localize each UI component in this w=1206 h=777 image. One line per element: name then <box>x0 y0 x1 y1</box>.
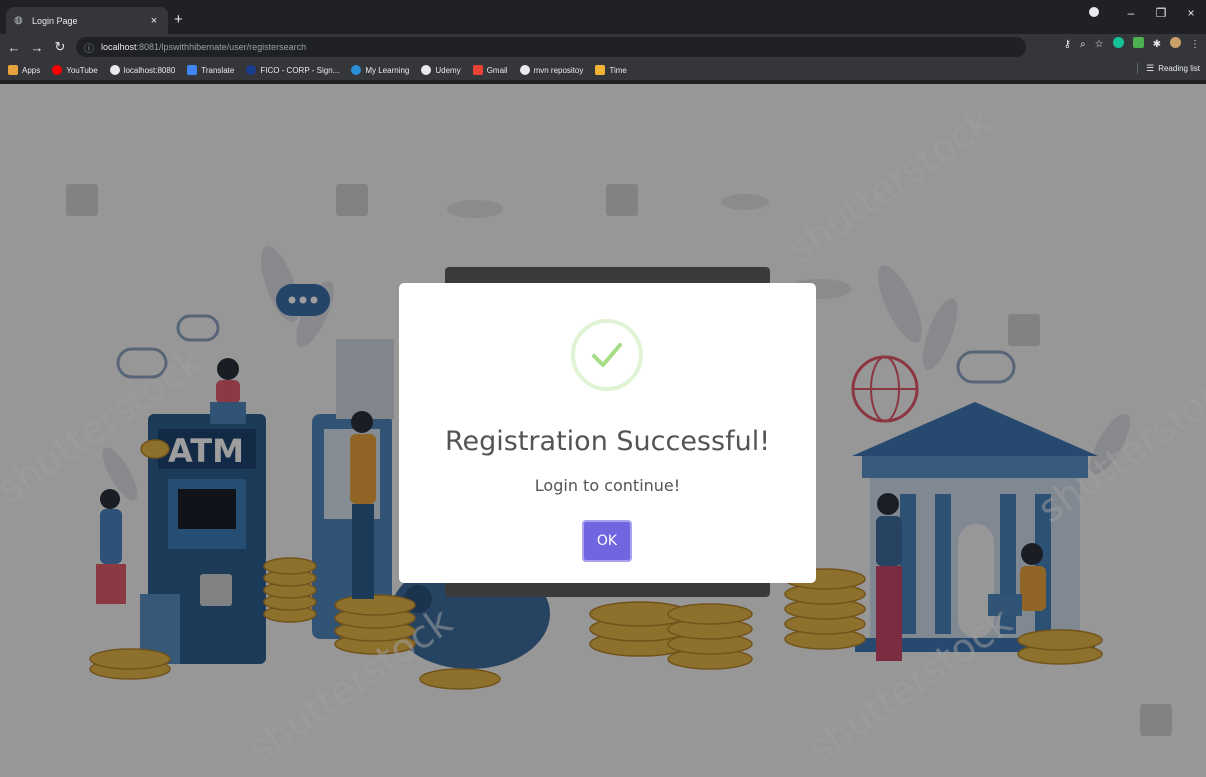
new-tab-button[interactable]: + <box>174 12 183 28</box>
globe-icon: ◍ <box>14 15 23 26</box>
menu-icon[interactable]: ⋮ <box>1190 39 1200 50</box>
bookmark-fico[interactable]: FICO - CORP - Sign... <box>246 65 339 75</box>
udemy-icon <box>421 65 432 75</box>
bookmark-gmail[interactable]: Gmail <box>472 65 508 75</box>
profile-icon[interactable] <box>1086 6 1116 20</box>
apps-icon <box>8 65 18 75</box>
tab-strip: ◍ Login Page × + – ❐ × <box>0 0 1206 34</box>
grammarly-extension-icon[interactable] <box>1112 37 1124 51</box>
puzzle-icon[interactable]: ✱ <box>1153 39 1161 50</box>
dialog-message: Login to continue! <box>534 476 681 495</box>
tab-login-page[interactable]: ◍ Login Page × <box>6 7 168 34</box>
page-viewport: ATM shutterstock shutterstock shuttersto… <box>0 84 1206 777</box>
tab-close-button[interactable]: × <box>148 15 160 27</box>
browser-chrome: ◍ Login Page × + – ❐ × ← → ↻ ⓘ localhost… <box>0 0 1206 84</box>
url-path: :8081/lpswithhibernate/user/registersear… <box>136 42 307 52</box>
cloud-icon <box>351 65 362 75</box>
minimize-button[interactable]: – <box>1116 6 1146 20</box>
site-info-icon[interactable]: ⓘ <box>84 40 94 55</box>
bookmark-time[interactable]: Time <box>595 65 627 75</box>
bookmark-mvn-repository[interactable]: mvn repositoy <box>519 65 583 75</box>
key-icon[interactable]: ⚷ <box>1064 39 1071 50</box>
chart-icon <box>595 65 606 75</box>
dialog-title: Registration Successful! <box>444 426 771 457</box>
toolbar-actions: ⚷ ⌕ ☆ ✱ ⋮ <box>1064 37 1200 51</box>
bookmark-localhost[interactable]: localhost:8080 <box>109 65 175 75</box>
bookmark-translate[interactable]: Translate <box>187 65 234 75</box>
reading-list-button[interactable]: ☰ Reading list <box>1137 63 1200 74</box>
url-host: localhost <box>101 42 137 52</box>
google-icon <box>519 65 530 75</box>
zoom-icon[interactable]: ⌕ <box>1080 39 1086 50</box>
globe-icon <box>109 65 120 75</box>
avatar[interactable] <box>1170 37 1181 51</box>
restore-button[interactable]: ❐ <box>1146 6 1176 20</box>
translate-icon <box>187 65 198 75</box>
tab-title: Login Page <box>32 15 78 26</box>
success-dialog: Registration Successful! Login to contin… <box>399 283 816 583</box>
bookmark-apps[interactable]: Apps <box>8 65 40 75</box>
bookmark-youtube[interactable]: YouTube <box>52 65 98 75</box>
forward-icon[interactable]: → <box>28 40 46 55</box>
bookmark-my-learning[interactable]: My Learning <box>351 65 409 75</box>
shield-extension-icon[interactable] <box>1132 37 1144 51</box>
gmail-icon <box>472 65 483 75</box>
fico-icon <box>246 65 257 75</box>
address-bar[interactable]: ⓘ localhost :8081/lpswithhibernate/user/… <box>76 37 1026 57</box>
close-window-button[interactable]: × <box>1176 6 1206 20</box>
youtube-icon <box>52 65 63 75</box>
star-icon[interactable]: ☆ <box>1095 39 1104 50</box>
browser-toolbar: ← → ↻ ⓘ localhost :8081/lpswithhibernate… <box>0 34 1206 60</box>
reload-icon[interactable]: ↻ <box>51 39 69 55</box>
window-controls: – ❐ × <box>1086 6 1206 20</box>
checkmark-icon <box>571 319 643 391</box>
bookmarks-bar: Apps YouTube localhost:8080 Translate FI… <box>0 60 1206 80</box>
back-icon[interactable]: ← <box>5 40 23 55</box>
reading-list-icon: ☰ <box>1146 63 1155 73</box>
ok-button[interactable]: OK <box>582 520 632 562</box>
bookmark-udemy[interactable]: Udemy <box>421 65 461 75</box>
